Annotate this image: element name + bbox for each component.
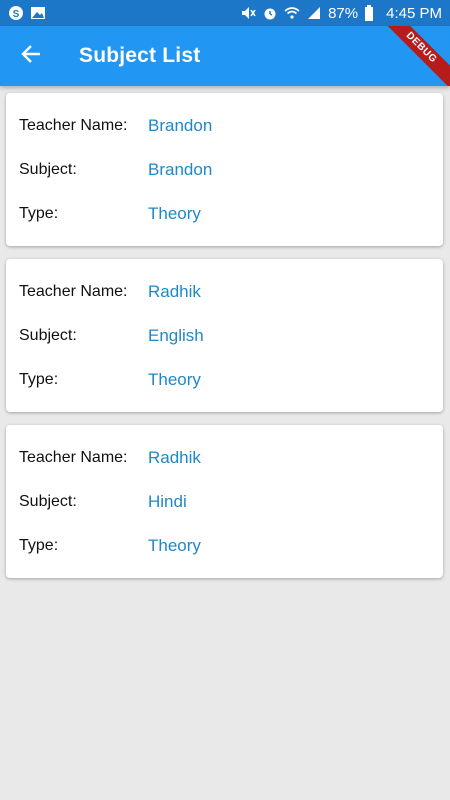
teacher-label: Teacher Name: <box>19 117 128 134</box>
type-row: Type: Theory <box>6 358 443 402</box>
teacher-label: Teacher Name: <box>19 283 128 300</box>
page-title: Subject List <box>79 44 201 67</box>
subject-row: Subject: English <box>6 314 443 358</box>
type-row: Type: Theory <box>6 192 443 236</box>
subject-value: Brandon <box>148 160 213 179</box>
subject-label: Subject: <box>19 161 77 178</box>
teacher-value: Radhik <box>148 448 201 467</box>
subject-row: Subject: Brandon <box>6 148 443 192</box>
teacher-row: Teacher Name: Radhik <box>6 270 443 314</box>
teacher-row: Teacher Name: Radhik <box>6 436 443 480</box>
svg-text:S: S <box>13 9 20 20</box>
signal-icon <box>306 5 322 21</box>
debug-banner: DEBUG <box>370 26 450 86</box>
image-icon <box>30 5 46 21</box>
battery-percent: 87% <box>328 4 359 22</box>
debug-label: DEBUG <box>376 26 450 86</box>
subject-list: Teacher Name: Brandon Subject: Brandon T… <box>6 93 443 591</box>
alarm-icon <box>262 5 278 21</box>
type-label: Type: <box>19 371 59 388</box>
arrow-left-icon <box>20 43 42 70</box>
subject-label: Subject: <box>19 493 77 510</box>
clock: 4:45 PM <box>386 4 442 22</box>
subject-card[interactable]: Teacher Name: Brandon Subject: Brandon T… <box>6 93 443 246</box>
app-bar: Subject List DEBUG <box>0 26 450 86</box>
type-label: Type: <box>19 205 59 222</box>
teacher-row: Teacher Name: Brandon <box>6 104 443 148</box>
subject-card[interactable]: Teacher Name: Radhik Subject: English Ty… <box>6 259 443 412</box>
subject-value: Hindi <box>148 492 187 511</box>
back-button[interactable] <box>7 32 55 80</box>
subject-value: English <box>148 326 204 345</box>
type-value: Theory <box>148 204 201 223</box>
teacher-value: Radhik <box>148 282 201 301</box>
wifi-icon <box>284 5 300 21</box>
type-value: Theory <box>148 536 201 555</box>
subject-label: Subject: <box>19 327 77 344</box>
battery-icon <box>364 5 380 21</box>
skype-icon: S <box>8 5 24 21</box>
subject-card[interactable]: Teacher Name: Radhik Subject: Hindi Type… <box>6 425 443 578</box>
type-value: Theory <box>148 370 201 389</box>
type-label: Type: <box>19 537 59 554</box>
teacher-label: Teacher Name: <box>19 449 128 466</box>
subject-row: Subject: Hindi <box>6 480 443 524</box>
status-bar: S 87% 4:45 PM <box>0 0 450 26</box>
mute-icon <box>240 5 256 21</box>
teacher-value: Brandon <box>148 116 213 135</box>
type-row: Type: Theory <box>6 524 443 568</box>
